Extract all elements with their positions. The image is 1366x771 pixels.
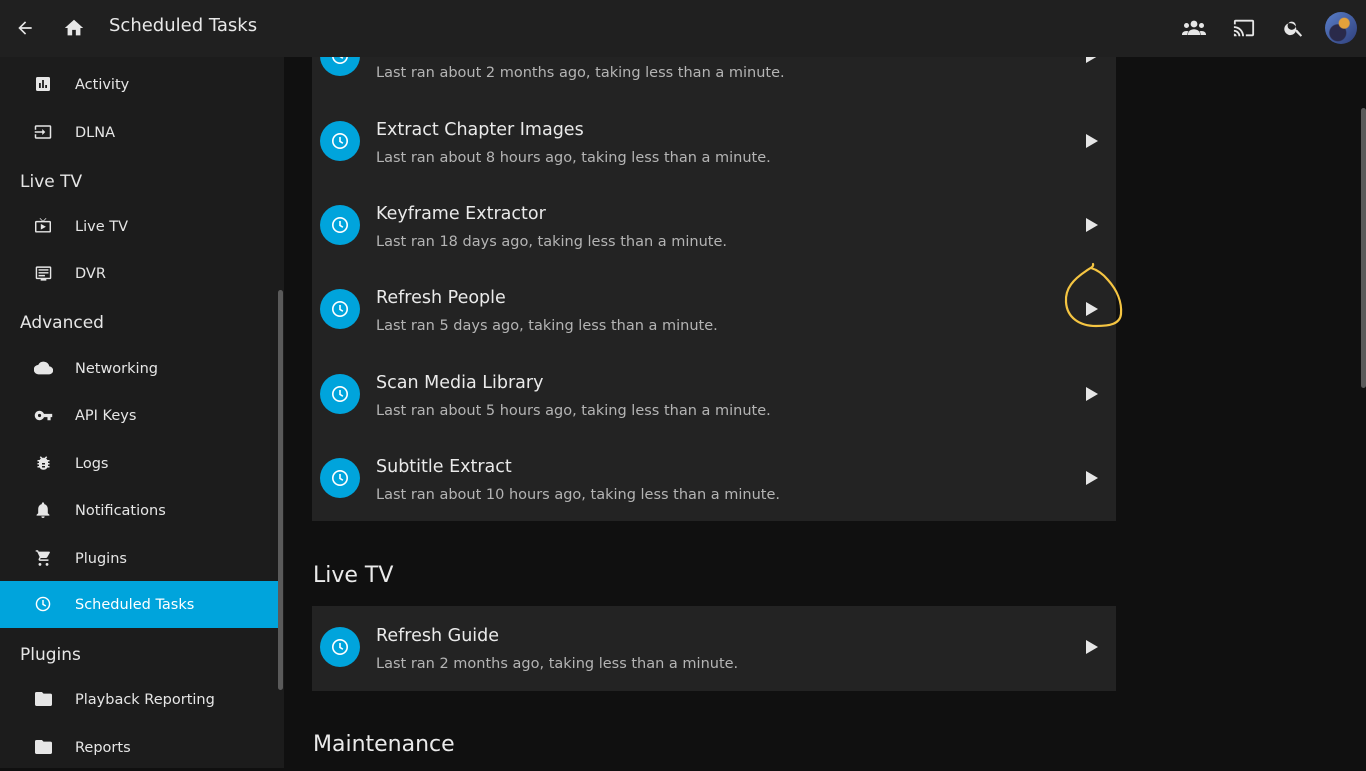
run-task-button[interactable] [1080, 297, 1104, 321]
back-button[interactable] [5, 8, 45, 48]
clock-icon [320, 374, 360, 414]
task-name: Scan Media Library [376, 373, 544, 393]
clock-icon [320, 627, 360, 667]
folder-icon [33, 737, 53, 757]
task-status: Last ran 2 months ago, taking less than … [376, 656, 739, 672]
run-task-button[interactable] [1080, 635, 1104, 659]
task-row[interactable]: Scan Media Library Last ran about 5 hour… [312, 352, 1116, 436]
task-status: Last ran about 8 hours ago, taking less … [376, 150, 771, 166]
sidebar-item-live-tv[interactable]: Live TV [0, 203, 278, 250]
sidebar-section-live-tv: Live TV [20, 172, 83, 192]
sidebar-item-label: DVR [75, 265, 106, 282]
run-task-button[interactable] [1080, 382, 1104, 406]
task-name: Extract Chapter Images [376, 120, 584, 140]
sidebar-item-label: Reports [75, 739, 131, 756]
sidebar-scrollbar[interactable] [278, 290, 283, 690]
cloud-icon [33, 358, 53, 378]
run-task-button[interactable] [1080, 129, 1104, 153]
page-title: Scheduled Tasks [109, 15, 258, 36]
task-name: Refresh People [376, 288, 506, 308]
task-row[interactable]: Refresh People Last ran 5 days ago, taki… [312, 267, 1116, 351]
cart-icon [33, 548, 53, 568]
sidebar-item-label: API Keys [75, 407, 137, 424]
list-icon [33, 263, 53, 283]
search-icon [1284, 21, 1303, 37]
play-icon [1086, 387, 1098, 401]
sidebar-item-label: Logs [75, 455, 109, 472]
cast-icon [1233, 19, 1255, 37]
bug-icon [33, 453, 53, 473]
task-row[interactable]: Refresh Guide Last ran 2 months ago, tak… [312, 606, 1116, 690]
play-icon [1086, 640, 1098, 654]
sidebar-item-dvr[interactable]: DVR [0, 250, 278, 297]
sidebar-item-notifications[interactable]: Notifications [0, 487, 278, 534]
task-row[interactable]: Subtitle Extract Last ran about 10 hours… [312, 436, 1116, 520]
home-icon [64, 19, 84, 36]
task-status: Last ran 5 days ago, taking less than a … [376, 318, 718, 334]
sidebar-item-label: DLNA [75, 124, 116, 141]
task-name: Subtitle Extract [376, 457, 512, 477]
users-button[interactable] [1174, 8, 1214, 48]
sidebar-item-label: Networking [75, 360, 158, 377]
key-icon [33, 405, 53, 425]
sidebar-item-label: Playback Reporting [75, 691, 215, 708]
sidebar-item-label: Notifications [75, 502, 166, 519]
sidebar-item-playback-reporting[interactable]: Playback Reporting [0, 676, 278, 723]
play-icon [1086, 218, 1098, 232]
search-button[interactable] [1274, 8, 1314, 48]
clock-icon [320, 205, 360, 245]
people-icon [1182, 20, 1206, 35]
clock-icon [320, 458, 360, 498]
task-row[interactable]: Keyframe Extractor Last ran 18 days ago,… [312, 183, 1116, 267]
task-status: Last ran about 2 months ago, taking less… [376, 65, 785, 81]
page-scrollbar[interactable] [1361, 108, 1366, 388]
play-icon [1086, 134, 1098, 148]
sidebar-item-label: Scheduled Tasks [75, 596, 195, 613]
app-header: Scheduled Tasks [0, 0, 1366, 57]
sidebar-item-reports[interactable]: Reports [0, 724, 278, 771]
run-task-button[interactable] [1080, 466, 1104, 490]
sidebar-item-plugins[interactable]: Plugins [0, 535, 278, 582]
sidebar-item-logs[interactable]: Logs [0, 440, 278, 487]
task-name: Refresh Guide [376, 626, 500, 646]
folder-icon [33, 689, 53, 709]
section-title-live-tv: Live TV [313, 563, 394, 588]
play-icon [1086, 302, 1098, 316]
sidebar-item-activity[interactable]: Activity [0, 61, 278, 108]
section-title-maintenance: Maintenance [313, 732, 455, 757]
sidebar-item-scheduled-tasks[interactable]: Scheduled Tasks [0, 581, 278, 628]
user-avatar[interactable] [1325, 12, 1357, 44]
task-status: Last ran about 5 hours ago, taking less … [376, 403, 771, 419]
clock-icon [33, 594, 53, 614]
task-status: Last ran 18 days ago, taking less than a… [376, 234, 728, 250]
task-row[interactable]: Extract Chapter Images Last ran about 8 … [312, 99, 1116, 183]
cast-button[interactable] [1224, 8, 1264, 48]
sidebar-item-networking[interactable]: Networking [0, 345, 278, 392]
task-name: Keyframe Extractor [376, 204, 546, 224]
sidebar-item-dlna[interactable]: DLNA [0, 109, 278, 156]
sidebar-item-api-keys[interactable]: API Keys [0, 392, 278, 439]
clock-icon [320, 121, 360, 161]
sidebar-section-plugins: Plugins [20, 645, 81, 665]
task-status: Last ran about 10 hours ago, taking less… [376, 487, 780, 503]
sidebar-item-label: Live TV [75, 218, 128, 235]
tv-icon [33, 216, 53, 236]
sidebar-item-label: Activity [75, 76, 130, 93]
clock-icon [320, 289, 360, 329]
back-arrow-icon [18, 21, 32, 35]
run-task-button[interactable] [1080, 213, 1104, 237]
input-icon [33, 122, 53, 142]
bell-icon [33, 500, 53, 520]
home-button[interactable] [54, 8, 94, 48]
play-icon [1086, 471, 1098, 485]
sidebar-section-advanced: Advanced [20, 313, 104, 333]
sidebar-item-label: Plugins [75, 550, 127, 567]
bar-chart-icon [33, 74, 53, 94]
